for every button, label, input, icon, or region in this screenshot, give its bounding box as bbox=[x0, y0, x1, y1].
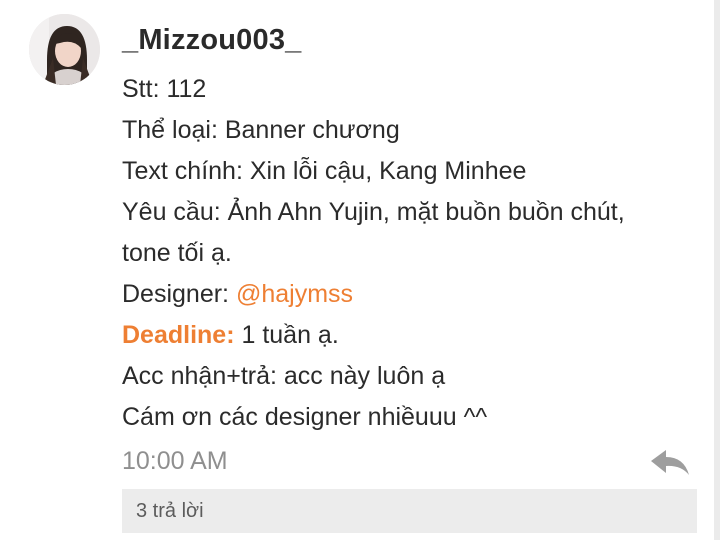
timestamp: 10:00 AM bbox=[122, 447, 228, 475]
category-line: Thể loại: Banner chương bbox=[122, 116, 400, 144]
reply-arrow-icon[interactable] bbox=[649, 448, 691, 478]
request-line-continued: tone tối ạ. bbox=[122, 239, 232, 267]
replies-count-label: 3 trả lời bbox=[136, 500, 204, 522]
deadline-label: Deadline: bbox=[122, 321, 235, 349]
deadline-value: 1 tuần ạ. bbox=[234, 321, 339, 349]
username[interactable]: _Mizzou003_ bbox=[122, 24, 302, 57]
thanks-line: Cám ơn các designer nhiềuuu ^^ bbox=[122, 403, 488, 431]
request-line: Yêu cầu: Ảnh Ahn Yujin, mặt buồn buồn ch… bbox=[122, 198, 625, 226]
main-text-line: Text chính: Xin lỗi cậu, Kang Minhee bbox=[122, 157, 527, 185]
avatar[interactable] bbox=[29, 14, 100, 85]
designer-label: Designer: bbox=[122, 280, 236, 308]
stt-line: Stt: 112 bbox=[122, 75, 207, 103]
account-line: Acc nhận+trả: acc này luôn ạ bbox=[122, 362, 446, 390]
avatar-photo bbox=[29, 14, 100, 85]
comment-card: _Mizzou003_ Stt: 112 Thể loại: Banner ch… bbox=[0, 0, 714, 540]
comment-body: Stt: 112 Thể loại: Banner chương Text ch… bbox=[122, 69, 702, 438]
view-replies-button[interactable]: 3 trả lời bbox=[122, 489, 697, 533]
designer-mention-link[interactable]: @hajymss bbox=[236, 280, 353, 308]
designer-line: Designer: @hajymss bbox=[122, 274, 702, 315]
deadline-line: Deadline: 1 tuần ạ. bbox=[122, 315, 702, 356]
